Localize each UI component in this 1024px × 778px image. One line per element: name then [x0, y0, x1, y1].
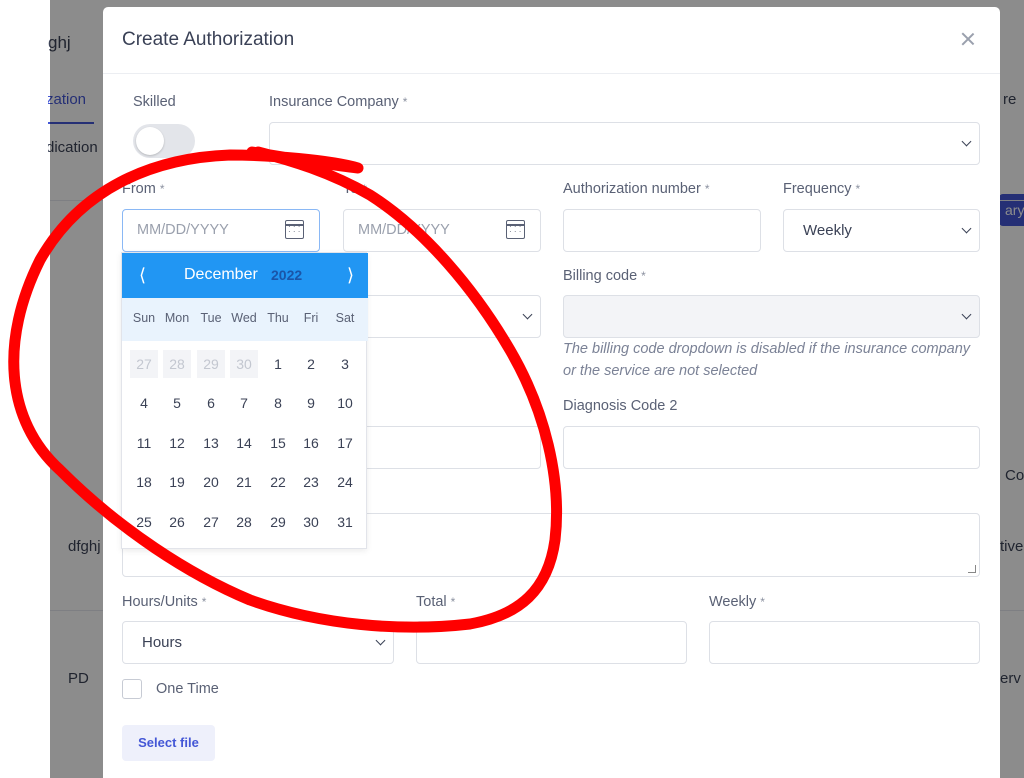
calendar-day[interactable]: 14 [230, 429, 258, 457]
hours-units-value: Hours [142, 634, 183, 651]
total-input[interactable] [416, 621, 687, 664]
modal-header: Create Authorization [103, 7, 1000, 74]
from-date-input[interactable]: MM/DD/YYYY [122, 209, 320, 252]
chevron-down-icon [962, 226, 971, 235]
calendar-day[interactable]: 30 [297, 508, 325, 536]
calendar-day[interactable]: 11 [130, 429, 158, 457]
calendar-day[interactable]: 27 [130, 350, 158, 378]
weekday-label: Fri [303, 311, 319, 325]
insurance-company-select[interactable] [269, 122, 980, 165]
billing-code-select [563, 295, 980, 338]
prev-month-icon[interactable]: ⟨ [139, 265, 146, 286]
weekday-label: Tue [200, 311, 222, 325]
calendar-day[interactable]: 17 [331, 429, 359, 457]
calendar-day[interactable]: 28 [163, 350, 191, 378]
authorization-number-label: Authorization number * [563, 181, 710, 197]
one-time-label: One Time [156, 681, 219, 697]
total-label: Total * [416, 594, 456, 610]
diagnosis-code-2-label: Diagnosis Code 2 [563, 398, 678, 414]
service-select[interactable] [343, 295, 541, 338]
calendar-day[interactable]: 5 [163, 389, 191, 417]
skilled-label: Skilled [133, 94, 176, 110]
calendar-day[interactable]: 19 [163, 468, 191, 496]
calendar-day[interactable]: 1 [264, 350, 292, 378]
weekday-label: Thu [267, 311, 289, 325]
calendar-day[interactable]: 15 [264, 429, 292, 457]
calendar-day[interactable]: 8 [264, 389, 292, 417]
calendar-day[interactable]: 23 [297, 468, 325, 496]
frequency-label: Frequency * [783, 181, 861, 197]
frequency-select[interactable]: Weekly [783, 209, 980, 252]
select-file-button[interactable]: Select file [122, 725, 215, 761]
calendar-day[interactable]: 13 [197, 429, 225, 457]
chevron-down-icon [376, 638, 385, 647]
weekday-label: Sat [335, 311, 355, 325]
chevron-down-icon [962, 139, 971, 148]
datepicker-month[interactable]: December [184, 266, 258, 284]
datepicker-popup: ⟨ December 2022 ⟩ Sun Mon Tue Wed Thu Fri Sat … [121, 252, 368, 549]
calendar-day[interactable]: 10 [331, 389, 359, 417]
calendar-day[interactable]: 28 [230, 508, 258, 536]
billing-code-label: Billing code * [563, 268, 646, 284]
weekly-input[interactable] [709, 621, 980, 664]
to-label: To * [343, 181, 367, 197]
weekday-label: Mon [164, 311, 190, 325]
calendar-icon[interactable] [506, 220, 525, 239]
skilled-toggle[interactable] [133, 124, 195, 158]
calendar-day[interactable]: 24 [331, 468, 359, 496]
calendar-icon[interactable] [285, 220, 304, 239]
diagnosis-code-1-input[interactable] [343, 426, 541, 469]
billing-code-hint: The billing code dropdown is disabled if… [563, 341, 971, 379]
authorization-number-input[interactable] [563, 209, 761, 252]
calendar-day[interactable]: 29 [264, 508, 292, 536]
calendar-day[interactable]: 6 [197, 389, 225, 417]
calendar-day[interactable]: 16 [297, 429, 325, 457]
next-month-icon[interactable]: ⟩ [347, 265, 354, 286]
calendar-day[interactable]: 7 [230, 389, 258, 417]
calendar-day[interactable]: 31 [331, 508, 359, 536]
chevron-down-icon [523, 312, 532, 321]
left-gutter [0, 0, 48, 778]
weekday-label: Sun [132, 311, 156, 325]
calendar-day[interactable]: 26 [163, 508, 191, 536]
calendar-day[interactable]: 3 [331, 350, 359, 378]
weekday-label: Wed [231, 311, 257, 325]
hours-units-select[interactable]: Hours [122, 621, 394, 664]
calendar-day[interactable]: 25 [130, 508, 158, 536]
chevron-down-icon [962, 312, 971, 321]
calendar-day[interactable]: 30 [230, 350, 258, 378]
calendar-day[interactable]: 4 [130, 389, 158, 417]
one-time-checkbox[interactable] [122, 679, 142, 699]
datepicker-header: ⟨ December 2022 ⟩ [122, 253, 368, 298]
calendar-day[interactable]: 18 [130, 468, 158, 496]
frequency-value: Weekly [803, 222, 852, 239]
from-date-placeholder: MM/DD/YYYY [137, 222, 229, 238]
datepicker-weekdays: Sun Mon Tue Wed Thu Fri Sat [122, 298, 368, 341]
from-label: From * [122, 181, 165, 197]
calendar-day[interactable]: 12 [163, 429, 191, 457]
hours-units-label: Hours/Units * [122, 594, 207, 610]
calendar-day[interactable]: 22 [264, 468, 292, 496]
calendar-day[interactable]: 29 [197, 350, 225, 378]
toggle-knob [136, 127, 164, 155]
calendar-day[interactable]: 21 [230, 468, 258, 496]
resize-grip-icon[interactable] [968, 565, 976, 573]
modal-title: Create Authorization [122, 29, 295, 50]
close-icon[interactable] [958, 29, 978, 49]
calendar-day[interactable]: 2 [297, 350, 325, 378]
to-date-placeholder: MM/DD/YYYY [358, 222, 450, 238]
diagnosis-code-2-input[interactable] [563, 426, 980, 469]
to-date-input[interactable]: MM/DD/YYYY [343, 209, 541, 252]
calendar-day[interactable]: 20 [197, 468, 225, 496]
calendar-day[interactable]: 27 [197, 508, 225, 536]
datepicker-year[interactable]: 2022 [271, 267, 302, 283]
calendar-day[interactable]: 9 [297, 389, 325, 417]
weekly-label: Weekly * [709, 594, 765, 610]
insurance-company-label: Insurance Company * [269, 94, 408, 110]
